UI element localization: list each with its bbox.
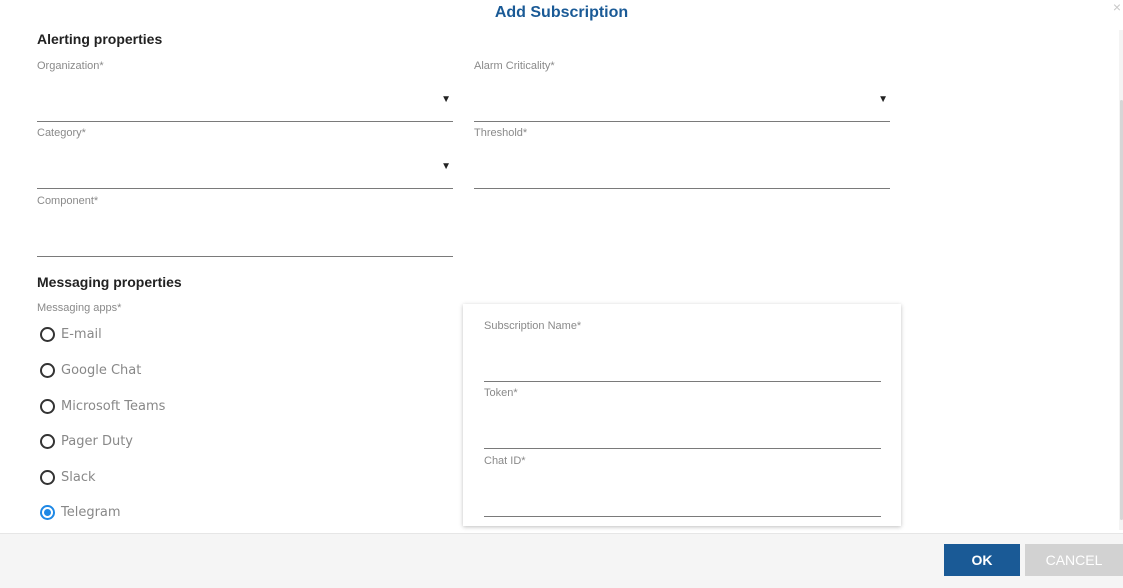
- radio-label: Telegram: [61, 504, 121, 520]
- radio-label: E-mail: [61, 326, 102, 342]
- organization-label: Organization*: [37, 60, 104, 72]
- component-input[interactable]: [37, 233, 453, 257]
- threshold-label: Threshold*: [474, 127, 528, 139]
- radio-option-email[interactable]: E-mail: [40, 324, 102, 344]
- radio-label: Google Chat: [61, 362, 142, 378]
- dialog-title: Add Subscription: [494, 4, 629, 21]
- organization-select[interactable]: [37, 98, 453, 122]
- token-field[interactable]: Token*: [484, 387, 881, 449]
- radio-unchecked-icon[interactable]: [40, 362, 55, 378]
- token-label: Token*: [484, 387, 518, 399]
- radio-option-pager-duty[interactable]: Pager Duty: [40, 431, 133, 451]
- messaging-details-card: Subscription Name* Token* Chat ID*: [463, 304, 901, 526]
- chat-id-input[interactable]: [484, 493, 881, 517]
- close-icon[interactable]: ×: [1113, 0, 1121, 14]
- radio-option-telegram[interactable]: Telegram: [40, 502, 121, 522]
- token-input[interactable]: [484, 425, 881, 449]
- chat-id-field[interactable]: Chat ID*: [484, 455, 881, 517]
- threshold-input[interactable]: [474, 165, 890, 189]
- chat-id-label: Chat ID*: [484, 455, 526, 467]
- radio-label: Pager Duty: [61, 433, 133, 449]
- subscription-name-field[interactable]: Subscription Name*: [484, 320, 881, 382]
- radio-unchecked-icon[interactable]: [40, 433, 55, 449]
- subscription-name-label: Subscription Name*: [484, 320, 582, 332]
- radio-checked-icon[interactable]: [40, 504, 55, 520]
- threshold-field[interactable]: Threshold*: [474, 127, 890, 189]
- radio-label: Microsoft Teams: [61, 398, 166, 414]
- alarm-criticality-field[interactable]: Alarm Criticality* ▼: [474, 60, 890, 122]
- category-field[interactable]: Category* ▼: [37, 127, 453, 189]
- radio-label: Slack: [61, 469, 96, 485]
- component-field[interactable]: Component*: [37, 195, 453, 257]
- radio-unchecked-icon[interactable]: [40, 398, 55, 414]
- subscription-name-input[interactable]: [484, 358, 881, 382]
- cancel-button[interactable]: CANCEL: [1025, 544, 1123, 576]
- alerting-properties-title: Alerting properties: [37, 31, 163, 47]
- component-label: Component*: [37, 195, 99, 207]
- radio-option-microsoft-teams[interactable]: Microsoft Teams: [40, 396, 165, 416]
- radio-option-slack[interactable]: Slack: [40, 467, 96, 487]
- messaging-properties-title: Messaging properties: [37, 274, 182, 290]
- alarm-criticality-select[interactable]: [474, 98, 890, 122]
- messaging-apps-label: Messaging apps*: [37, 302, 122, 314]
- ok-button[interactable]: OK: [944, 544, 1020, 576]
- radio-option-google-chat[interactable]: Google Chat: [40, 360, 141, 380]
- alarm-criticality-label: Alarm Criticality*: [474, 60, 555, 72]
- organization-field[interactable]: Organization* ▼: [37, 60, 453, 122]
- radio-unchecked-icon[interactable]: [40, 326, 55, 342]
- category-select[interactable]: [37, 165, 453, 189]
- radio-unchecked-icon[interactable]: [40, 469, 55, 485]
- category-label: Category*: [37, 127, 86, 139]
